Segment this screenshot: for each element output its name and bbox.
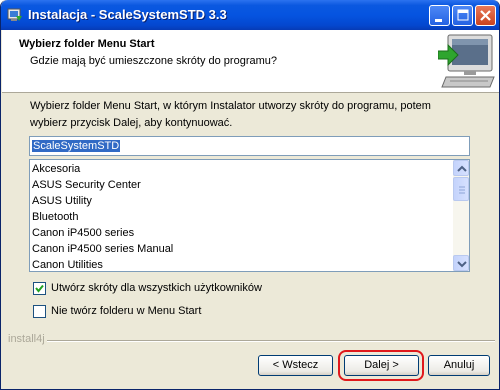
list-item[interactable]: ASUS Utility xyxy=(32,193,92,209)
close-icon xyxy=(480,10,491,21)
list-scrollbar[interactable] xyxy=(453,160,469,271)
chevron-up-icon xyxy=(457,165,467,172)
start-menu-folder-list[interactable]: Akcesoria ASUS Security Center ASUS Util… xyxy=(29,159,470,272)
wizard-header: Wybierz folder Menu Start Gdzie mają być… xyxy=(2,30,499,93)
window-title: Instalacja - ScaleSystemSTD 3.3 xyxy=(28,7,227,22)
minimize-button[interactable] xyxy=(429,5,450,26)
checkmark-icon xyxy=(35,284,44,293)
all-users-checkbox[interactable] xyxy=(33,282,46,295)
list-item[interactable]: Canon Utilities xyxy=(32,257,103,271)
all-users-label[interactable]: Utwórz skróty dla wszystkich użytkownikó… xyxy=(51,282,262,294)
install4j-brand: install4j xyxy=(8,333,45,345)
scroll-up-button[interactable] xyxy=(453,160,469,176)
list-item[interactable]: Akcesoria xyxy=(32,161,80,177)
minimize-icon xyxy=(435,19,442,22)
chevron-down-icon xyxy=(457,261,467,268)
installer-app-icon xyxy=(7,7,23,23)
scroll-down-button[interactable] xyxy=(453,255,469,271)
no-folder-label[interactable]: Nie twórz folderu w Menu Start xyxy=(51,305,201,317)
installer-window: Instalacja - ScaleSystemSTD 3.3 Wybierz … xyxy=(0,0,500,390)
start-menu-folder-input[interactable]: ScaleSystemSTD xyxy=(29,136,470,156)
maximize-icon xyxy=(457,9,469,21)
footer-divider xyxy=(47,340,495,342)
title-bar[interactable]: Instalacja - ScaleSystemSTD 3.3 xyxy=(1,0,499,30)
computer-install-icon xyxy=(437,33,496,89)
list-item[interactable]: Canon iP4500 series xyxy=(32,225,134,241)
list-item[interactable]: Canon iP4500 series Manual xyxy=(32,241,173,257)
scroll-thumb[interactable] xyxy=(453,177,469,201)
list-item[interactable]: ASUS Security Center xyxy=(32,177,141,193)
header-title: Wybierz folder Menu Start xyxy=(19,38,155,50)
grip-icon xyxy=(459,186,465,194)
back-button[interactable]: < Wstecz xyxy=(258,355,333,376)
list-item[interactable]: Bluetooth xyxy=(32,209,78,225)
close-button[interactable] xyxy=(475,5,496,26)
folder-input-value: ScaleSystemSTD xyxy=(32,140,121,152)
instruction-text: Wybierz folder Menu Start, w którym Inst… xyxy=(30,100,431,129)
next-button-highlight-ring xyxy=(338,350,424,381)
maximize-button[interactable] xyxy=(452,5,473,26)
header-subtitle: Gdzie mają być umieszczone skróty do pro… xyxy=(30,55,277,67)
cancel-button[interactable]: Anuluj xyxy=(428,355,490,376)
no-folder-checkbox[interactable] xyxy=(33,305,46,318)
